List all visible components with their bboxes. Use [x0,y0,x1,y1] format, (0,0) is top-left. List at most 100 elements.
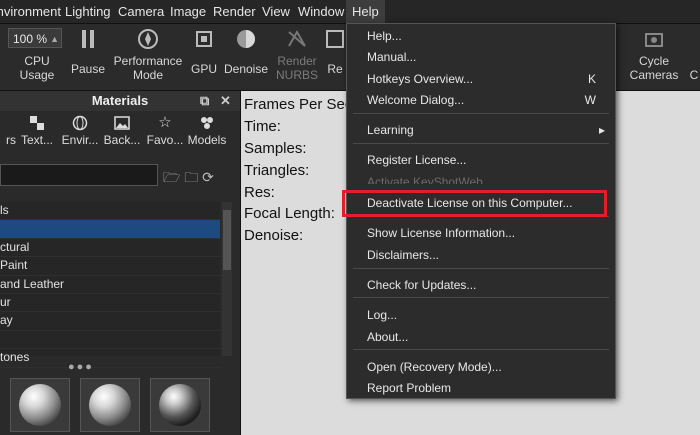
menu-item-about[interactable]: About... [347,327,615,347]
image-icon [114,116,130,130]
pause-icon [82,30,94,48]
star-icon: ☆ [158,114,172,131]
add-folder-icon[interactable]: 🗁 [163,169,180,185]
hud-triangles: Triangles: [244,162,310,179]
tree-item[interactable]: tones [0,349,220,368]
tab-environments-label: Envir... [61,133,99,147]
materials-tree: ls ctural Paint and Leather ur ay tones [0,202,220,368]
menu-item-manual[interactable]: Manual... [347,47,615,67]
denoise-button[interactable]: Denoise [222,24,270,90]
menu-separator [353,143,609,144]
menu-item-label: Hotkeys Overview... [367,72,474,86]
performance-mode-label: Performance Mode [113,54,183,82]
menu-item-label: Report Problem [367,381,452,395]
cpu-usage-label: CPU Usage [19,54,55,82]
zoom-value: 100 % [13,32,48,46]
splitter-handle-icon[interactable]: ●●● [68,361,94,373]
menu-item-label: Manual... [367,50,417,64]
hud-focal-length: Focal Length: [244,205,335,222]
menu-item-report-problem[interactable]: Report Problem [347,378,615,398]
toolbar-overflow-button[interactable]: C [688,24,700,90]
menu-environment[interactable]: Environment [0,0,61,23]
performance-mode-icon [138,29,158,49]
chevron-down-icon: ▲ [50,34,59,44]
hud-frames-per-second: Frames Per Sec [244,96,353,113]
models-icon [201,117,213,129]
region-button[interactable]: Re [324,24,346,90]
menu-item-activate-keyshotweb: Activate KeyShotWeb... [347,172,615,184]
menu-item-log[interactable]: Log... [347,305,615,325]
materials-panel-title: Materials [91,93,149,108]
render-nurbs-label: Render NURBS [275,54,318,82]
menu-item-label: About... [367,330,409,344]
render-nurbs-button[interactable]: Render NURBS [274,24,320,90]
gpu-chip-icon [196,31,212,47]
tree-item[interactable]: and Leather [0,276,220,294]
menu-item-label: Open (Recovery Mode)... [367,360,502,374]
menu-item-learning[interactable]: Learning ▸ [347,120,615,140]
camera-icon [645,33,663,47]
close-icon[interactable]: ✕ [220,91,231,111]
menu-window[interactable]: Window [298,0,344,23]
shortcut-label: K [587,72,596,86]
submenu-arrow-icon: ▸ [598,123,605,137]
menu-item-welcome-dialog[interactable]: Welcome Dialog... W [347,90,615,110]
materials-search-input[interactable] [0,164,158,186]
tree-item[interactable]: ctural [0,239,220,258]
menu-item-label: Activate KeyShotWeb... [367,175,493,184]
float-panel-icon[interactable]: ⧉ [200,91,209,111]
menu-item-label: Register License... [367,153,467,167]
region-label: Re [327,62,343,76]
scrollbar-thumb[interactable] [223,210,231,270]
material-thumbnails [0,374,240,435]
tree-item-selected[interactable] [0,220,220,239]
tab-textures-label: Text... [20,133,53,147]
cycle-cameras-button[interactable]: Cycle Cameras [622,24,686,90]
material-thumbnail[interactable] [10,378,70,432]
pause-button[interactable]: Pause [68,24,108,90]
search-tools: 🗁 🗀 ⟳ [163,167,214,191]
menu-help[interactable]: Help [346,0,385,23]
menu-item-open-recovery-mode[interactable]: Open (Recovery Mode)... [347,357,615,377]
hud-time: Time: [244,118,281,135]
refresh-icon[interactable]: ⟳ [202,169,214,185]
menu-item-show-license-information[interactable]: Show License Information... [347,223,615,243]
tab-models[interactable]: Models [182,115,232,147]
menu-item-register-license[interactable]: Register License... [347,150,615,170]
tree-scrollbar[interactable] [222,202,232,356]
menu-view[interactable]: View [262,0,290,23]
globe-icon [72,115,88,131]
cycle-cameras-label: Cycle Cameras [629,54,679,82]
menu-item-hotkeys-overview[interactable]: Hotkeys Overview... K [347,69,615,89]
menu-item-help[interactable]: Help... [347,26,615,46]
tree-item[interactable]: ur [0,294,220,313]
menu-separator [353,349,609,350]
tab-models-label: Models [187,133,227,147]
hud-denoise: Denoise: [244,227,304,244]
menu-item-check-for-updates[interactable]: Check for Updates... [347,275,615,295]
tree-item[interactable]: Paint [0,257,220,276]
category-tabs: rs Text... Envir... Back... ☆ Favo... Mo… [0,115,240,155]
menu-item-label: Disclaimers... [367,248,440,262]
denoise-label: Denoise [223,62,269,76]
materials-panel-header: Materials ⧉ ✕ [0,91,240,111]
menu-separator [353,268,609,269]
material-thumbnail[interactable] [150,378,210,432]
cpu-usage-button[interactable]: CPU Usage [6,54,68,82]
tree-item[interactable]: ls [0,202,220,221]
performance-mode-button[interactable]: Performance Mode [112,24,184,90]
zoom-select[interactable]: 100 % ▲ [8,28,62,48]
gpu-button[interactable]: GPU [188,24,220,90]
menu-separator [353,113,609,114]
pause-label: Pause [70,62,106,76]
gpu-label: GPU [190,62,217,76]
tree-item[interactable]: ay [0,312,220,331]
menu-image[interactable]: Image [170,0,206,23]
tree-item[interactable] [0,331,220,350]
material-thumbnail[interactable] [80,378,140,432]
menu-render[interactable]: Render [213,0,256,23]
remove-folder-icon[interactable]: 🗀 [184,169,198,185]
menu-lighting[interactable]: Lighting [65,0,111,23]
menu-item-disclaimers[interactable]: Disclaimers... [347,245,615,265]
menu-camera[interactable]: Camera [118,0,164,23]
